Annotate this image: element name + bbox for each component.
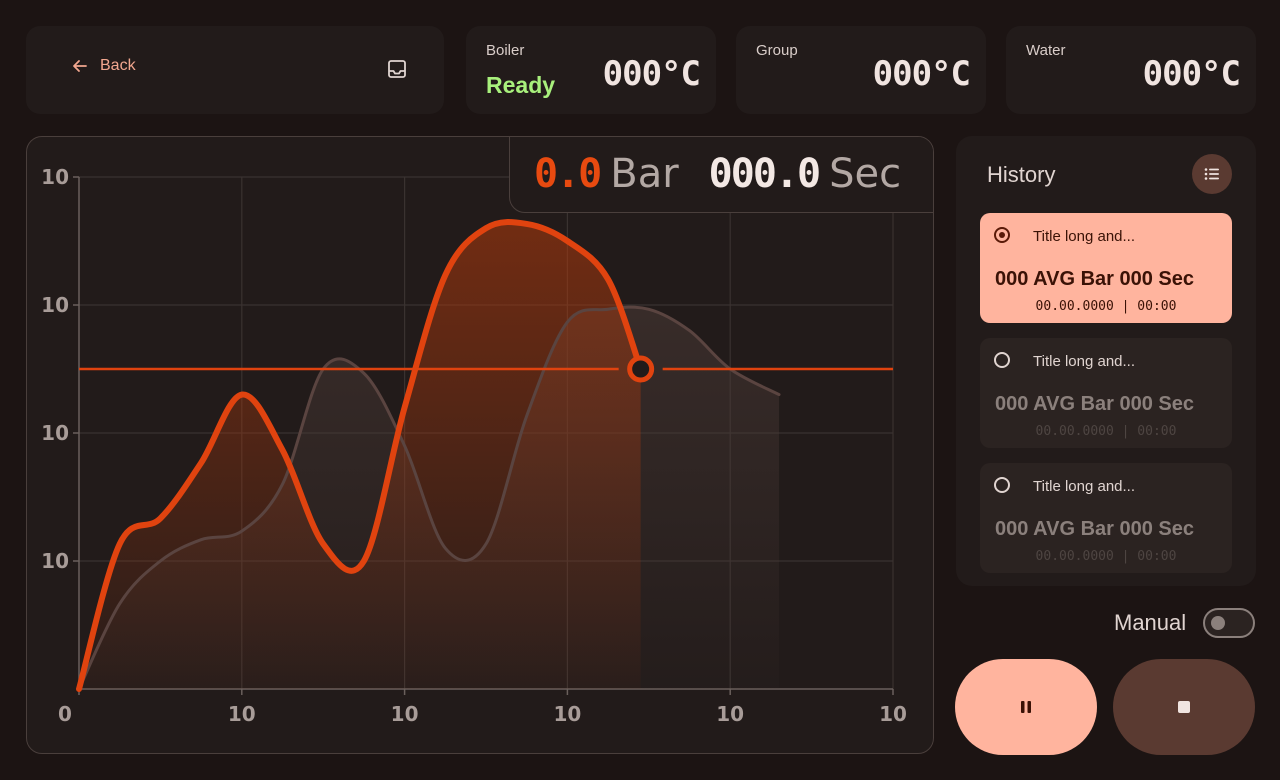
toggle-knob xyxy=(1211,616,1225,630)
stop-button[interactable] xyxy=(1113,659,1255,755)
history-item-title: Title long and... xyxy=(1033,353,1136,370)
water-label: Water xyxy=(1026,42,1066,59)
x-tick-label: 10 xyxy=(716,702,744,726)
history-item-date: 00.00.0000 | 00:00 xyxy=(1035,424,1177,439)
pressure-unit: Bar xyxy=(610,151,679,197)
history-item[interactable]: Title long and... 000 AVG Bar 000 Sec 00… xyxy=(980,213,1232,323)
boiler-temp-value: 000°C xyxy=(602,54,701,94)
manual-label: Manual xyxy=(1114,610,1187,635)
history-item[interactable]: Title long and... 000 AVG Bar 000 Sec 00… xyxy=(980,338,1232,448)
history-item-date: 00.00.0000 | 00:00 xyxy=(1035,549,1177,564)
x-tick-label: 0 xyxy=(58,702,72,726)
history-title: History xyxy=(987,162,1056,187)
history-item-stats: 000 AVG Bar 000 Sec xyxy=(995,518,1195,540)
x-tick-label: 10 xyxy=(391,702,419,726)
group-label: Group xyxy=(756,42,798,59)
boiler-temp-card: Boiler Ready 000°C xyxy=(466,26,716,114)
radio-icon[interactable] xyxy=(994,352,1010,368)
x-tick-label: 10 xyxy=(228,702,256,726)
history-item-date: 00.00.0000 | 00:00 xyxy=(1035,299,1177,314)
radio-selected-icon[interactable] xyxy=(994,227,1010,243)
back-button[interactable]: Back xyxy=(70,56,136,76)
pause-icon xyxy=(1021,701,1031,713)
group-temp-card: Group 000°C xyxy=(736,26,986,114)
history-item-title: Title long and... xyxy=(1033,228,1136,245)
stop-icon xyxy=(1178,701,1190,713)
manual-toggle[interactable] xyxy=(1203,608,1255,638)
chart-cursor-marker xyxy=(627,355,655,383)
pressure-chart: 0 10 10 10 10 10 10 10 10 10 0.0 Bar 000.0 Sec xyxy=(26,136,934,754)
x-tick-label: 10 xyxy=(553,702,581,726)
history-panel: History Title long and... 000 AVG Bar 00… xyxy=(956,136,1256,586)
y-tick-label: 10 xyxy=(41,165,69,189)
history-item-stats: 000 AVG Bar 000 Sec xyxy=(995,268,1195,290)
y-tick-label: 10 xyxy=(41,549,69,573)
boiler-label: Boiler xyxy=(486,42,525,59)
arrow-left-icon xyxy=(73,60,87,72)
water-temp-value: 000°C xyxy=(1142,54,1241,94)
y-tick-label: 10 xyxy=(41,293,69,317)
chart-canvas: 0 10 10 10 10 10 10 10 10 10 xyxy=(41,165,907,726)
history-item-stats: 000 AVG Bar 000 Sec xyxy=(995,393,1195,415)
history-list-button[interactable] xyxy=(1192,154,1232,194)
pressure-value: 0.0 xyxy=(534,151,602,197)
radio-icon[interactable] xyxy=(994,477,1010,493)
water-temp-card: Water 000°C xyxy=(1006,26,1256,114)
boiler-status: Ready xyxy=(486,72,556,98)
pause-button[interactable] xyxy=(955,659,1097,755)
list-icon xyxy=(1204,168,1219,180)
time-unit: Sec xyxy=(829,151,902,197)
top-nav-card: Back xyxy=(26,26,444,114)
y-tick-label: 10 xyxy=(41,421,69,445)
group-temp-value: 000°C xyxy=(872,54,971,94)
time-value: 000.0 xyxy=(708,151,821,197)
history-item[interactable]: Title long and... 000 AVG Bar 000 Sec 00… xyxy=(980,463,1232,573)
x-tick-label: 10 xyxy=(879,702,907,726)
back-label: Back xyxy=(100,57,136,74)
inbox-icon[interactable] xyxy=(386,58,408,80)
history-item-title: Title long and... xyxy=(1033,478,1136,495)
series-areas xyxy=(79,222,780,690)
shot-readout: 0.0 Bar 000.0 Sec xyxy=(509,137,933,213)
